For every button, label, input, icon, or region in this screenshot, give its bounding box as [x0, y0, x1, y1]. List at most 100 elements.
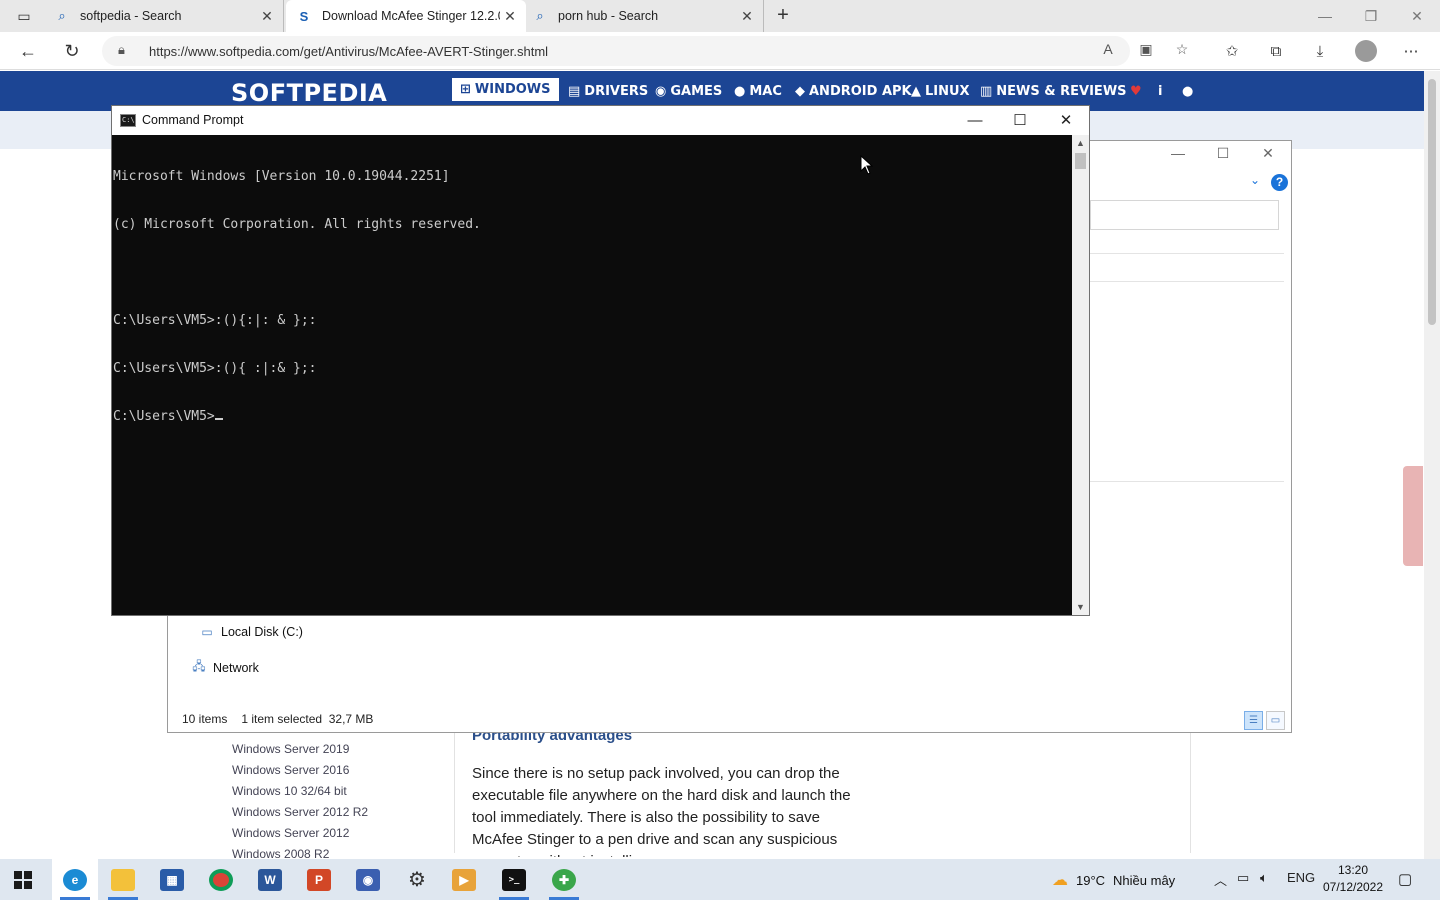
- cmd-icon: C:\: [120, 114, 136, 127]
- cmd-line: (c) Microsoft Corporation. All rights re…: [113, 217, 481, 232]
- notifications-icon[interactable]: ▢: [1398, 870, 1412, 888]
- more-options-icon[interactable]: ⋯: [1398, 40, 1424, 64]
- tab-download-mcafee[interactable]: S Download McAfee Stinger 12.2.0 ✕: [286, 0, 526, 32]
- browser-restore-button[interactable]: ❐: [1348, 0, 1394, 32]
- taskbar-file-explorer[interactable]: [100, 859, 146, 900]
- browser-close-button[interactable]: ✕: [1394, 0, 1440, 32]
- explorer-search-input[interactable]: [1090, 200, 1279, 230]
- nav-games[interactable]: ◉ GAMES: [655, 84, 722, 99]
- nav-local-disk-c[interactable]: ▭ Local Disk (C:): [198, 625, 303, 639]
- cloud-icon: ☁: [1052, 872, 1068, 889]
- collections-icon[interactable]: ⧉: [1263, 40, 1289, 64]
- nav-label: GAMES: [670, 84, 723, 99]
- taskbar-clock[interactable]: 13:20 07/12/2022: [1318, 862, 1388, 896]
- page-scrollbar[interactable]: [1424, 71, 1440, 859]
- nav-mac[interactable]: ● MAC: [734, 84, 782, 99]
- nav-drivers[interactable]: ▤ DRIVERS: [568, 84, 648, 99]
- scroll-up-icon[interactable]: ▲: [1072, 135, 1089, 151]
- taskbar-stinger[interactable]: ✚: [541, 859, 587, 900]
- nav-network[interactable]: 🖧︎ Network: [190, 657, 259, 678]
- network-tray-icon[interactable]: ▭: [1237, 870, 1249, 886]
- taskbar-chrome[interactable]: [198, 859, 244, 900]
- explorer-divider: [1090, 253, 1284, 254]
- taskbar-camera[interactable]: ◉: [345, 859, 391, 900]
- camera-icon: ◉: [356, 868, 380, 891]
- taskbar-settings[interactable]: ⚙: [394, 859, 440, 900]
- browser-minimize-button[interactable]: —: [1302, 0, 1348, 32]
- command-prompt-window[interactable]: C:\ Command Prompt — ☐ ✕ Microsoft Windo…: [111, 105, 1090, 616]
- add-favorite-icon[interactable]: ☆: [1172, 41, 1192, 58]
- gear-icon: ⚙: [408, 869, 426, 891]
- tab-porn-hub-search[interactable]: ⌕ porn hub - Search ✕: [530, 0, 764, 32]
- taskbar-cmd[interactable]: >_: [491, 859, 537, 900]
- cmd-close-button[interactable]: ✕: [1043, 106, 1089, 135]
- nav-windows[interactable]: ⊞ WINDOWS: [452, 78, 559, 101]
- taskbar-powerpoint[interactable]: P: [296, 859, 342, 900]
- explorer-close-button[interactable]: ✕: [1248, 145, 1288, 162]
- cmd-line: C:\Users\VM5>:(){:|: & };:: [113, 313, 317, 328]
- browser-tab-bar: ▭ ⌕ softpedia - Search ✕ S Download McAf…: [0, 0, 1440, 32]
- softpedia-logo[interactable]: SOFTPEDIA: [231, 79, 387, 107]
- cmd-minimize-button[interactable]: —: [952, 106, 998, 135]
- heart-icon[interactable]: ♥: [1130, 84, 1142, 99]
- tab-actions-icon[interactable]: ▭: [6, 4, 42, 28]
- cmd-prompt-line[interactable]: C:\Users\VM5>: [113, 409, 1071, 425]
- close-tab-icon[interactable]: ✕: [500, 8, 520, 25]
- taskbar-word[interactable]: W: [247, 859, 293, 900]
- volume-icon[interactable]: 🔈︎: [1260, 870, 1268, 886]
- cmd-scrollbar-thumb[interactable]: [1075, 153, 1086, 169]
- favorites-icon[interactable]: ✩: [1219, 40, 1245, 64]
- new-tab-button[interactable]: +: [770, 4, 796, 28]
- user-icon[interactable]: ●: [1182, 84, 1193, 99]
- start-button[interactable]: [0, 859, 46, 900]
- immersive-reader-icon[interactable]: ▣: [1136, 41, 1156, 58]
- nav-linux[interactable]: ▲ LINUX: [911, 84, 970, 99]
- chevron-down-icon[interactable]: ⌄: [1250, 173, 1260, 187]
- read-aloud-icon[interactable]: A: [1098, 41, 1118, 57]
- taskbar-store[interactable]: ▦: [149, 859, 195, 900]
- explorer-maximize-button[interactable]: ☐: [1203, 145, 1243, 162]
- nav-news[interactable]: ▥ NEWS & REVIEWS: [980, 84, 1127, 99]
- news-icon: ▥: [980, 84, 993, 99]
- show-hidden-icons-icon[interactable]: ︿: [1214, 870, 1227, 889]
- scroll-down-icon[interactable]: ▼: [1072, 599, 1089, 615]
- cmd-scrollbar[interactable]: ▲ ▼: [1072, 135, 1089, 615]
- weather-widget[interactable]: ☁ 19°C Nhiều mây: [1052, 870, 1175, 890]
- chrome-icon: [209, 868, 233, 891]
- os-item: Windows Server 2012: [232, 826, 350, 840]
- large-icons-view-icon[interactable]: ▭: [1266, 711, 1285, 730]
- tab-title: Download McAfee Stinger 12.2.0: [322, 9, 500, 23]
- downloads-icon[interactable]: ⤓: [1307, 40, 1333, 64]
- nav-label: WINDOWS: [474, 82, 551, 97]
- cmd-line: Microsoft Windows [Version 10.0.19044.22…: [113, 169, 450, 184]
- page-scrollbar-thumb[interactable]: [1428, 79, 1436, 325]
- details-view-icon[interactable]: ☰: [1244, 711, 1263, 730]
- taskbar-edge[interactable]: e: [52, 859, 98, 900]
- language-indicator[interactable]: ENG: [1287, 870, 1315, 885]
- back-button[interactable]: ←: [14, 38, 42, 64]
- cmd-title: Command Prompt: [142, 113, 244, 127]
- address-bar[interactable]: 🔒︎ https://www.softpedia.com/get/Antivir…: [102, 36, 1188, 66]
- profile-avatar[interactable]: [1355, 40, 1377, 62]
- feedback-tab[interactable]: [1403, 466, 1423, 566]
- lock-icon[interactable]: 🔒︎: [118, 42, 125, 58]
- url-text[interactable]: https://www.softpedia.com/get/Antivirus/…: [149, 44, 548, 59]
- apple-icon: ●: [734, 84, 746, 99]
- address-bar-row: ← ↻ 🔒︎ https://www.softpedia.com/get/Ant…: [0, 32, 1440, 70]
- nav-android[interactable]: ◆ ANDROID APK: [795, 84, 912, 99]
- cmd-maximize-button[interactable]: ☐: [997, 106, 1043, 135]
- explorer-minimize-button[interactable]: —: [1158, 145, 1198, 161]
- info-icon[interactable]: i: [1158, 84, 1162, 99]
- os-item: Windows 10 32/64 bit: [232, 784, 347, 798]
- taskbar-media[interactable]: ▶: [441, 859, 487, 900]
- nav-label: DRIVERS: [584, 84, 649, 99]
- refresh-button[interactable]: ↻: [58, 38, 86, 64]
- cmd-title-bar[interactable]: C:\ Command Prompt — ☐ ✕: [112, 106, 1089, 135]
- close-tab-icon[interactable]: ✕: [737, 8, 757, 25]
- help-icon[interactable]: ?: [1271, 174, 1288, 191]
- cmd-output[interactable]: Microsoft Windows [Version 10.0.19044.22…: [113, 137, 1071, 457]
- tab-softpedia-search[interactable]: ⌕ softpedia - Search ✕: [52, 0, 284, 32]
- close-tab-icon[interactable]: ✕: [257, 8, 277, 25]
- network-icon: 🖧︎: [192, 659, 206, 673]
- os-item: Windows Server 2019: [232, 742, 350, 756]
